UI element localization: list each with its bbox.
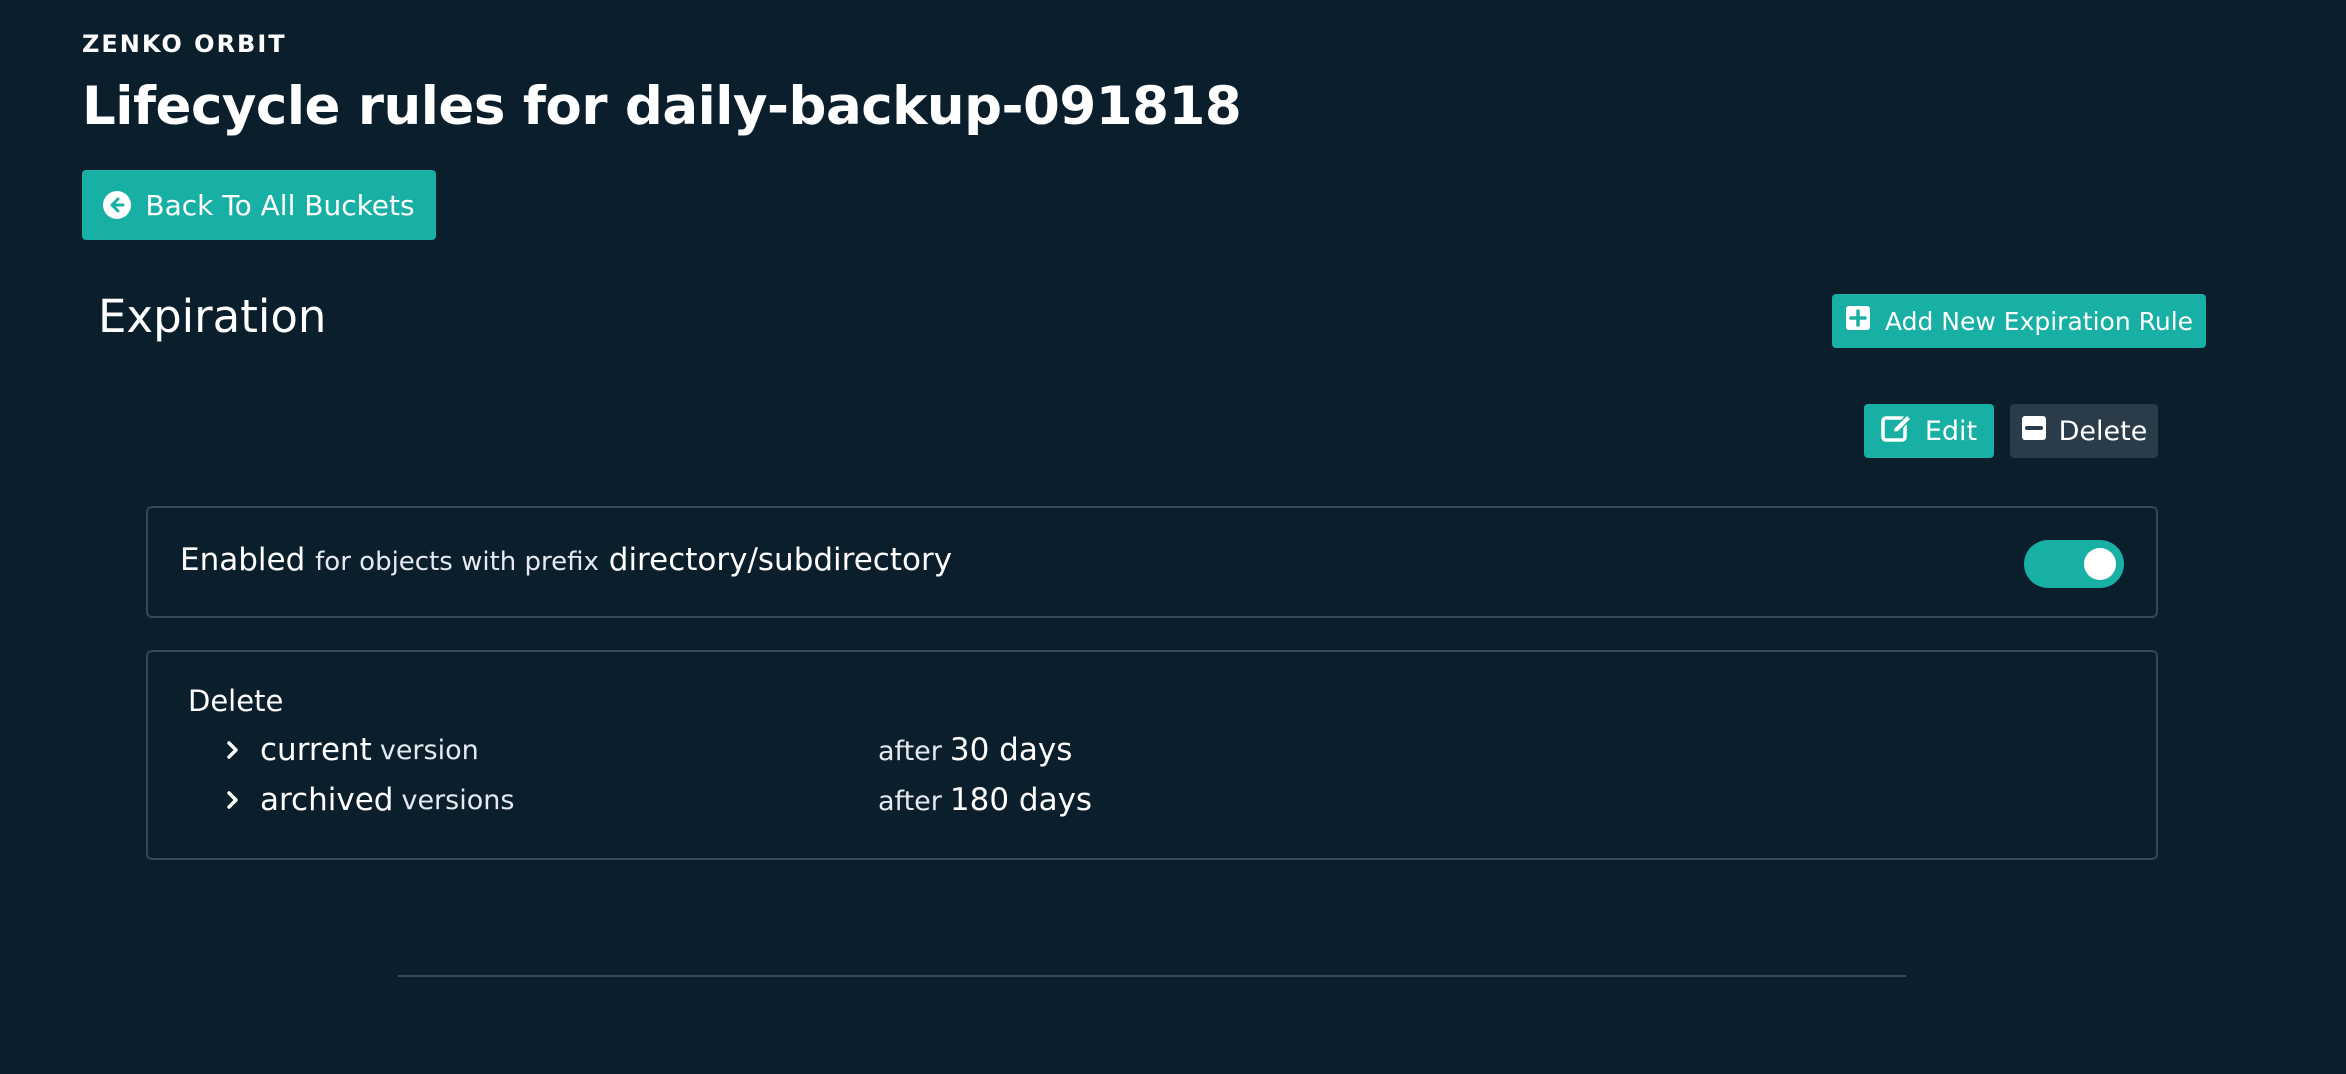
page-title: Lifecycle rules for daily-backup-091818 — [82, 76, 1242, 137]
rule-status-line: Enabled for objects with prefix director… — [180, 542, 952, 578]
after-value: 30 days — [949, 732, 1073, 768]
action-row-qualifier: version — [379, 734, 479, 766]
after-label: after — [878, 736, 942, 767]
section-title-expiration: Expiration — [98, 290, 327, 343]
rule-prefix: directory/subdirectory — [608, 542, 953, 578]
actions-title: Delete — [188, 684, 284, 718]
rule-enabled-toggle[interactable] — [2024, 540, 2124, 588]
rule-prefix-text: for objects with prefix — [315, 547, 599, 577]
action-row-name: current — [260, 732, 372, 768]
rule-status: Enabled — [180, 542, 306, 578]
minus-square-icon — [2021, 415, 2047, 448]
back-button-label: Back To All Buckets — [145, 188, 415, 222]
rule-actions-card: Delete current version after 30 days arch… — [146, 650, 2158, 860]
action-row-name: archived — [260, 782, 394, 818]
lifecycle-page: ZENKO ORBIT Lifecycle rules for daily-ba… — [0, 0, 2346, 1074]
action-row-after-current: after 30 days — [878, 732, 1072, 768]
delete-label: Delete — [2058, 415, 2148, 447]
chevron-right-icon — [226, 790, 246, 810]
add-rule-label: Add New Expiration Rule — [1884, 306, 2194, 336]
after-value: 180 days — [949, 782, 1093, 818]
edit-icon — [1881, 413, 1913, 450]
action-row-after-archived: after 180 days — [878, 782, 1092, 818]
toggle-knob — [2084, 548, 2116, 580]
plus-square-icon — [1845, 305, 1871, 337]
brand-label: ZENKO ORBIT — [82, 30, 287, 58]
action-row-archived[interactable]: archived versions — [226, 782, 514, 818]
edit-rule-button[interactable]: Edit — [1864, 404, 1994, 458]
delete-rule-button[interactable]: Delete — [2010, 404, 2158, 458]
chevron-right-icon — [226, 740, 246, 760]
divider — [398, 975, 1906, 977]
action-row-current[interactable]: current version — [226, 732, 479, 768]
edit-label: Edit — [1924, 415, 1978, 447]
after-label: after — [878, 786, 942, 817]
arrow-circle-left-icon — [103, 191, 132, 219]
action-row-qualifier: versions — [401, 784, 515, 816]
add-new-expiration-rule-button[interactable]: Add New Expiration Rule — [1832, 294, 2206, 348]
back-to-all-buckets-button[interactable]: Back To All Buckets — [82, 170, 436, 240]
rule-status-card: Enabled for objects with prefix director… — [146, 506, 2158, 618]
